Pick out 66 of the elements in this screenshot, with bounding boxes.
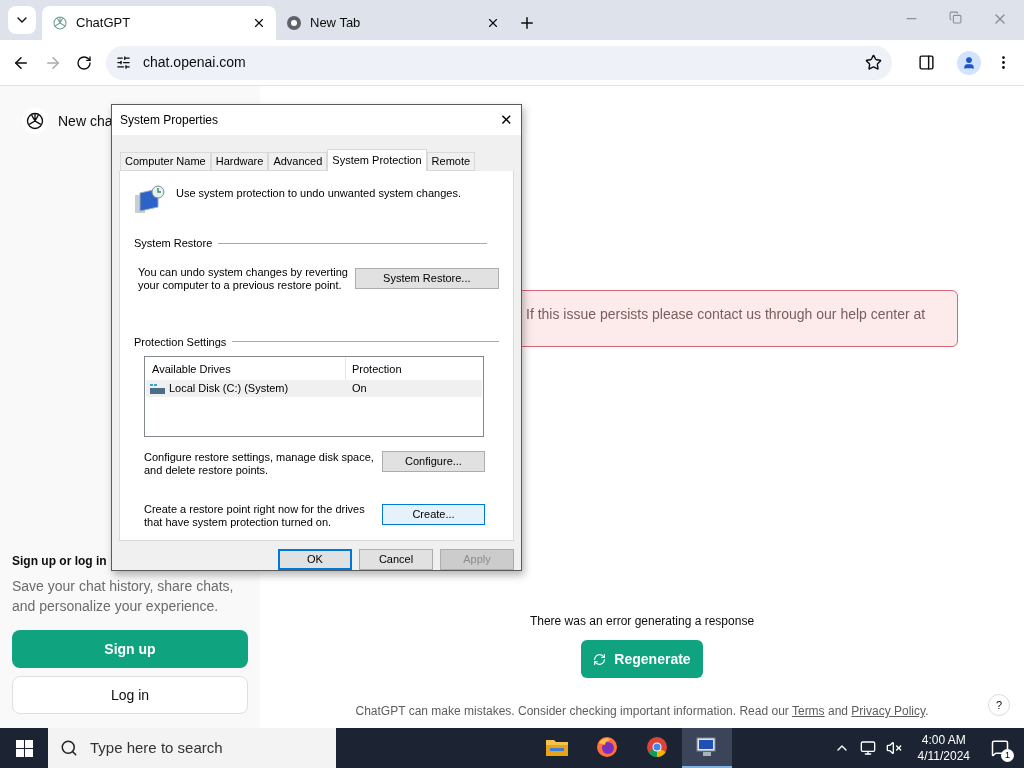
dialog-button[interactable]: OK <box>278 549 352 570</box>
section-heading: System Restore <box>134 236 213 251</box>
create-button[interactable]: Create... <box>382 504 485 525</box>
restore-icon[interactable] <box>949 11 962 24</box>
system-restore-icon <box>134 183 166 215</box>
profile-avatar[interactable] <box>957 50 981 75</box>
dialog-tab[interactable]: Remote <box>426 152 476 171</box>
taskbar-search-field[interactable]: Type here to search <box>48 728 336 768</box>
notification-icon <box>991 739 1009 757</box>
muted-speaker-icon[interactable] <box>885 740 902 756</box>
protection-status: On <box>351 381 368 397</box>
dialog-tab[interactable]: System Protection <box>327 149 427 171</box>
chrome-icon <box>645 735 669 759</box>
dialog-tab[interactable]: Computer Name <box>120 152 211 171</box>
configure-button[interactable]: Configure... <box>382 451 485 472</box>
notification-count: 1 <box>1001 749 1014 762</box>
dialog-tab[interactable]: Hardware <box>210 152 269 171</box>
error-banner-text: If this issue persists please contact us through our help center at <box>526 306 926 322</box>
create-description: Create a restore point right now for the drives that have system protection turned on. <box>144 503 366 529</box>
configure-description: Configure restore settings, manage disk space, and delete restore points. <box>144 451 375 477</box>
log-in-button[interactable]: Log in <box>12 676 248 714</box>
terms-link[interactable]: Terms <box>791 704 825 718</box>
side-panel-icon[interactable] <box>918 54 935 71</box>
error-message: There was an error generating a response <box>529 613 755 630</box>
person-icon <box>962 55 976 70</box>
windows-logo-icon <box>15 739 33 757</box>
drive-name: Local Disk (C:) (System) <box>169 381 289 397</box>
browser-tab[interactable]: ChatGPT <box>42 6 276 40</box>
url-text: chat.openai.com <box>143 53 247 72</box>
dialog-title: System Properties <box>120 112 220 129</box>
clock-date: 4/11/2024 <box>917 748 970 764</box>
section-heading: Protection Settings <box>134 334 227 350</box>
column-header[interactable]: Protection <box>346 358 482 380</box>
reload-icon[interactable] <box>76 54 92 71</box>
dialog-tab[interactable]: Advanced <box>268 152 328 171</box>
globe-icon <box>286 15 302 31</box>
firefox-icon <box>595 735 619 759</box>
drive-icon <box>150 383 165 394</box>
tab-search-button[interactable] <box>8 6 36 34</box>
disclaimer-text: ChatGPT can make mistakes. Consider checking important information. Read our Terms and Privacy Policy. <box>355 703 929 720</box>
signup-title: Sign up or log in <box>12 553 108 570</box>
chatgpt-logo-icon <box>52 15 68 31</box>
signup-description: Save your chat history, share chats, and personalize your experience. <box>12 577 235 616</box>
tab-title: ChatGPT <box>76 14 132 33</box>
address-bar[interactable]: chat.openai.com <box>106 45 892 80</box>
restore-description: You can undo system changes by reverting your computer to a previous restore point. <box>138 265 349 292</box>
new-chat-link[interactable]: New cha <box>58 110 113 132</box>
close-button[interactable]: ✕ <box>491 108 521 132</box>
bookmark-star-icon[interactable] <box>865 54 882 71</box>
site-settings-icon <box>116 55 131 70</box>
browser-tab[interactable]: New Tab <box>276 6 510 40</box>
system-restore-button[interactable]: System Restore... <box>354 267 499 289</box>
notifications-button[interactable]: 1 <box>986 734 1014 762</box>
new-tab-icon[interactable] <box>518 14 536 32</box>
refresh-icon <box>593 652 607 666</box>
close-icon[interactable] <box>252 16 266 30</box>
close-icon[interactable] <box>486 16 500 30</box>
clock-time: 4:00 AM <box>921 732 966 748</box>
network-icon[interactable] <box>859 740 876 756</box>
taskbar-app[interactable] <box>682 728 732 768</box>
dialog-button[interactable]: Cancel <box>359 549 433 570</box>
search-icon <box>60 739 78 757</box>
intro-text: Use system protection to undo unwanted system changes. <box>176 186 461 201</box>
tab-title: New Tab <box>310 14 362 33</box>
folder-icon <box>545 737 569 757</box>
drive-row[interactable]: Local Disk (C:) (System) On <box>146 380 482 397</box>
